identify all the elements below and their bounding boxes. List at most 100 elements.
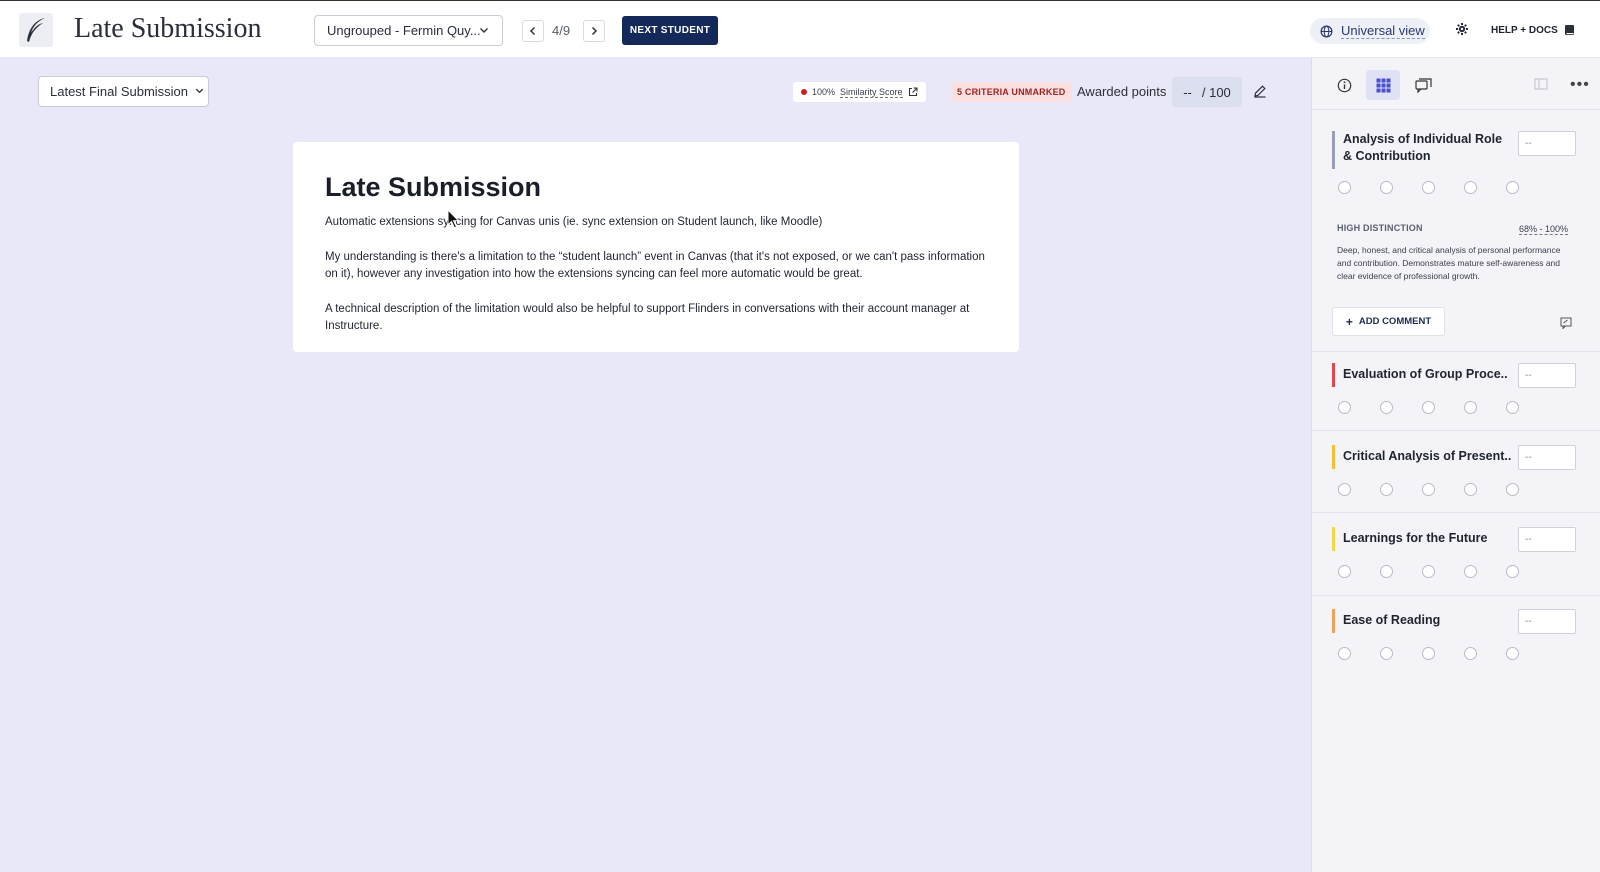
next-student-button[interactable]: NEXT STUDENT bbox=[622, 16, 718, 45]
criterion-divider bbox=[1312, 512, 1600, 513]
next-student-arrow-button[interactable] bbox=[583, 20, 605, 42]
level-radio[interactable] bbox=[1338, 483, 1351, 496]
level-radio[interactable] bbox=[1422, 483, 1435, 496]
plus-icon: + bbox=[1345, 314, 1353, 329]
level-radio[interactable] bbox=[1506, 401, 1519, 414]
criterion-score-input[interactable]: -- bbox=[1518, 363, 1576, 388]
level-radio[interactable] bbox=[1422, 181, 1435, 194]
tab-rubric[interactable] bbox=[1366, 70, 1400, 100]
info-icon bbox=[1337, 78, 1351, 92]
level-name: HIGH DISTINCTION bbox=[1337, 223, 1423, 233]
universal-view-label: Universal view bbox=[1341, 23, 1425, 39]
similarity-status-dot bbox=[801, 89, 807, 95]
panel-tabs: ••• bbox=[1312, 58, 1600, 110]
criterion-level-radios bbox=[1338, 483, 1519, 496]
level-radio[interactable] bbox=[1464, 401, 1477, 414]
criterion-level-radios bbox=[1338, 181, 1519, 194]
similarity-score-badge[interactable]: 100% Similarity Score bbox=[793, 82, 926, 102]
criterion-title[interactable]: Critical Analysis of Present.. bbox=[1332, 445, 1512, 469]
level-radio[interactable] bbox=[1464, 181, 1477, 194]
document-paragraph: Automatic extensions syncing for Canvas … bbox=[325, 216, 823, 228]
level-radio[interactable] bbox=[1338, 565, 1351, 578]
level-radio[interactable] bbox=[1380, 401, 1393, 414]
level-radio[interactable] bbox=[1464, 565, 1477, 578]
criterion-score-input[interactable]: -- bbox=[1518, 131, 1576, 156]
document-paragraph: A technical description of the limitatio… bbox=[325, 302, 970, 333]
submission-version-value: Latest Final Submission bbox=[50, 84, 189, 99]
comment-bank-icon[interactable] bbox=[1560, 316, 1572, 334]
level-radio[interactable] bbox=[1338, 181, 1351, 194]
criterion-title[interactable]: Ease of Reading bbox=[1332, 609, 1512, 633]
criterion-title[interactable]: Evaluation of Group Proce.. bbox=[1332, 363, 1512, 387]
help-docs-label: HELP + DOCS bbox=[1491, 24, 1558, 36]
level-radio[interactable] bbox=[1422, 647, 1435, 660]
level-radio[interactable] bbox=[1380, 483, 1393, 496]
criterion-divider bbox=[1312, 351, 1600, 352]
app-title: Late Submission bbox=[74, 13, 262, 44]
grid-icon bbox=[1376, 78, 1390, 92]
more-options-icon[interactable]: ••• bbox=[1570, 76, 1590, 94]
top-bar: Late Submission Ungrouped - Fermin Quy..… bbox=[0, 0, 1600, 58]
level-radio[interactable] bbox=[1380, 647, 1393, 660]
level-radio[interactable] bbox=[1380, 181, 1393, 194]
level-radio[interactable] bbox=[1464, 483, 1477, 496]
level-radio[interactable] bbox=[1506, 181, 1519, 194]
previous-student-button[interactable] bbox=[522, 20, 544, 42]
level-radio[interactable] bbox=[1506, 647, 1519, 660]
criterion-score-input[interactable]: -- bbox=[1518, 609, 1576, 634]
universal-view-toggle[interactable]: Universal view bbox=[1310, 18, 1430, 44]
level-description: Deep, honest, and critical analysis of p… bbox=[1337, 245, 1561, 281]
criterion-score-input[interactable]: -- bbox=[1518, 527, 1576, 552]
student-counter: 4/9 bbox=[552, 23, 571, 38]
criterion-card: Learnings for the Future -- bbox=[1324, 527, 1588, 597]
chevron-left-icon bbox=[529, 26, 536, 36]
awarded-points-label: Awarded points bbox=[1077, 84, 1167, 99]
level-radio[interactable] bbox=[1464, 647, 1477, 660]
criterion-card: Ease of Reading -- bbox=[1324, 609, 1588, 679]
submission-version-select[interactable]: Latest Final Submission bbox=[38, 76, 209, 107]
level-radio[interactable] bbox=[1338, 647, 1351, 660]
external-link-icon bbox=[908, 87, 918, 97]
student-select[interactable]: Ungrouped - Fermin Quy... bbox=[314, 15, 503, 46]
globe-icon bbox=[1320, 25, 1333, 37]
add-comment-label: ADD COMMENT bbox=[1358, 316, 1432, 327]
mouse-cursor-icon bbox=[447, 208, 461, 234]
criterion-divider bbox=[1312, 595, 1600, 596]
criterion-level-radios bbox=[1338, 565, 1519, 578]
criterion-card: Critical Analysis of Present.. -- bbox=[1324, 445, 1588, 515]
criterion-level-radios bbox=[1338, 401, 1519, 414]
document-paragraph: My understanding is there's a limitation… bbox=[325, 250, 985, 281]
criterion-level-radios bbox=[1338, 647, 1519, 660]
chat-icon bbox=[1414, 77, 1432, 93]
level-range: 68% - 100% bbox=[1519, 224, 1569, 235]
similarity-percent: 100% bbox=[812, 87, 836, 97]
points-value: -- bbox=[1183, 84, 1192, 100]
add-comment-button[interactable]: + ADD COMMENT bbox=[1332, 307, 1445, 336]
help-docs-link[interactable]: HELP + DOCS bbox=[1491, 24, 1575, 36]
level-radio[interactable] bbox=[1338, 401, 1351, 414]
level-radio[interactable] bbox=[1506, 483, 1519, 496]
tab-comments[interactable] bbox=[1406, 70, 1440, 100]
criterion-score-input[interactable]: -- bbox=[1518, 445, 1576, 470]
pencil-icon[interactable] bbox=[1253, 84, 1267, 103]
submission-document: Late Submission Automatic extensions syn… bbox=[293, 142, 1019, 352]
chevron-down-icon bbox=[478, 24, 490, 39]
criteria-unmarked-badge: 5 CRITERIA UNMARKED bbox=[951, 82, 1072, 102]
similarity-label: Similarity Score bbox=[840, 86, 903, 98]
criterion-title[interactable]: Learnings for the Future bbox=[1332, 527, 1512, 551]
tab-info[interactable] bbox=[1327, 70, 1361, 100]
level-radio[interactable] bbox=[1380, 565, 1393, 578]
book-icon bbox=[1564, 25, 1574, 35]
criterion-divider bbox=[1312, 430, 1600, 431]
gear-icon[interactable] bbox=[1455, 22, 1469, 41]
collapse-panel-icon[interactable] bbox=[1534, 77, 1548, 96]
document-title: Late Submission bbox=[325, 172, 542, 202]
level-radio[interactable] bbox=[1422, 401, 1435, 414]
level-radio[interactable] bbox=[1506, 565, 1519, 578]
rubric-panel: ••• Analysis of Individual Role & Contri… bbox=[1311, 58, 1600, 872]
awarded-points-field[interactable]: -- / 100 bbox=[1172, 77, 1242, 107]
criterion-title[interactable]: Analysis of Individual Role & Contributi… bbox=[1332, 131, 1512, 169]
points-total: / 100 bbox=[1201, 84, 1231, 100]
level-radio[interactable] bbox=[1422, 565, 1435, 578]
app-logo-icon[interactable] bbox=[19, 13, 53, 47]
